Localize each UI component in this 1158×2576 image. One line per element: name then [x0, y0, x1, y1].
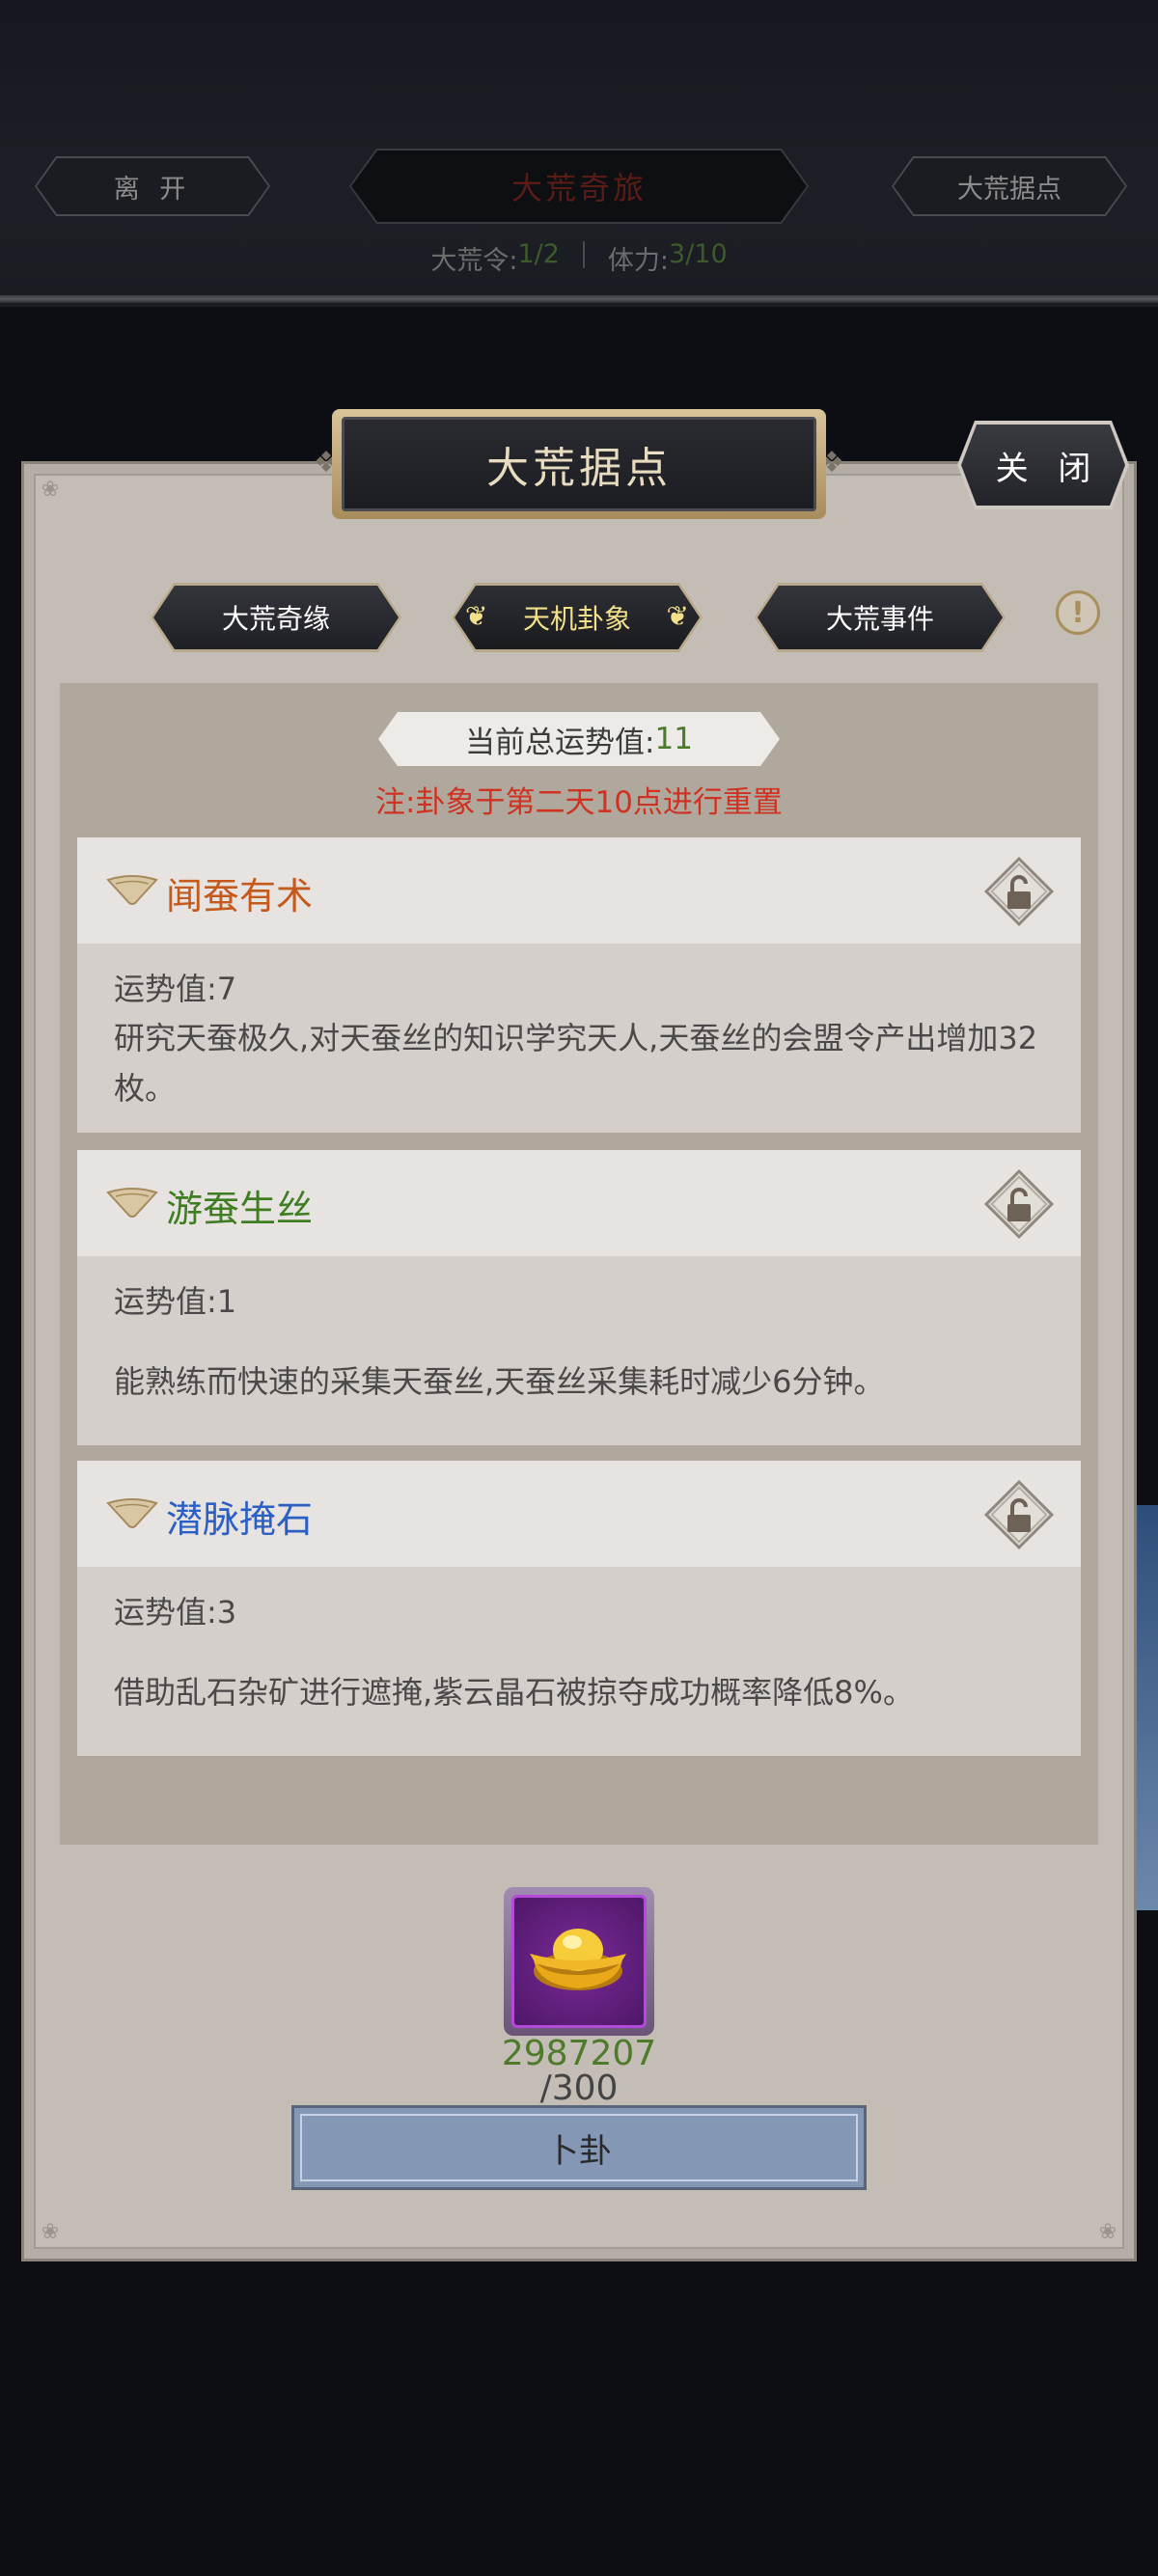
corner-ornament-icon: ❀	[41, 478, 60, 502]
card-fortune: 运势值:1	[114, 1283, 237, 1320]
tab-label: 天机卦象	[522, 603, 631, 635]
stronghold-button-label: 大荒据点	[957, 174, 1062, 205]
dialog-title-plate: 大荒据点	[342, 417, 816, 511]
tab-label: 大荒事件	[825, 603, 934, 635]
tab-fortune-encounter[interactable]: 大荒奇缘	[151, 583, 401, 652]
hexagram-card: 游蚕生丝 运势值:1 能熟练而快速的采集天蚕丝,天蚕丝采集耗时减少6分钟。	[77, 1150, 1081, 1445]
tab-divination[interactable]: 天机卦象 ❦ ❦	[452, 583, 703, 652]
close-button[interactable]: 关 闭	[957, 421, 1129, 509]
card-body: 运势值:3 借助乱石杂矿进行遮掩,紫云晶石被掠夺成功概率降低8%。	[77, 1567, 1081, 1756]
total-fortune-badge: 当前总运势值: 11	[378, 712, 780, 766]
stronghold-button[interactable]: 大荒据点	[892, 156, 1127, 216]
divine-button[interactable]: 卜卦	[291, 2105, 867, 2190]
card-header: 潜脉掩石	[77, 1461, 1081, 1567]
flourish-icon: ❦	[666, 600, 689, 632]
cost-owned: 2987207	[501, 2034, 657, 2073]
card-body: 运势值:7 研究天蚕极久,对天蚕丝的知识学究天人,天蚕丝的会盟令产出增加32枚。	[77, 944, 1081, 1133]
fan-icon	[106, 875, 158, 905]
unlock-icon[interactable]	[980, 1165, 1058, 1243]
stamina-label: 体力:	[607, 246, 670, 276]
top-title-plate: 大荒奇旅	[349, 149, 809, 224]
total-fortune-label: 当前总运势值:	[465, 725, 655, 760]
hexagram-card: 闻蚕有术 运势值:7 研究天蚕极久,对天蚕丝的知识学究天人,天蚕丝的会盟令产出增…	[77, 837, 1081, 1133]
card-header: 闻蚕有术	[77, 837, 1081, 944]
card-fortune: 运势值:3	[114, 1594, 237, 1631]
leave-button[interactable]: 离 开	[35, 156, 270, 216]
top-title: 大荒奇旅	[510, 170, 647, 206]
stats-separator	[582, 241, 585, 268]
background-map-edge	[1137, 1505, 1158, 1910]
token-label: 大荒令:	[430, 246, 518, 276]
info-icon[interactable]: !	[1056, 590, 1100, 635]
divine-button-label: 卜卦	[546, 2131, 612, 2171]
fan-icon	[106, 1188, 158, 1218]
unlock-icon[interactable]	[980, 1476, 1058, 1553]
card-title: 游蚕生丝	[166, 1188, 314, 1230]
card-title: 潜脉掩石	[166, 1498, 314, 1541]
card-header: 游蚕生丝	[77, 1150, 1081, 1256]
dialog-title: 大荒据点	[486, 444, 672, 493]
card-fortune: 运势值:7	[114, 971, 237, 1007]
resource-stats: 大荒令: 1/2 体力: 3/10	[0, 239, 1158, 277]
flourish-icon: ❦	[465, 600, 488, 632]
corner-ornament-icon: ❀	[41, 2220, 60, 2244]
card-title: 闻蚕有术	[166, 875, 314, 918]
top-bar-divider	[0, 295, 1158, 303]
cost-item-slot[interactable]	[504, 1887, 654, 2036]
gold-ingot-icon	[530, 1929, 626, 1990]
stamina-value: 3/10	[669, 239, 728, 269]
card-body: 运势值:1 能熟练而快速的采集天蚕丝,天蚕丝采集耗时减少6分钟。	[77, 1256, 1081, 1445]
fan-icon	[106, 1498, 158, 1528]
card-description: 能熟练而快速的采集天蚕丝,天蚕丝采集耗时减少6分钟。	[114, 1363, 885, 1400]
card-description: 借助乱石杂矿进行遮掩,紫云晶石被掠夺成功概率降低8%。	[114, 1674, 914, 1711]
unlock-icon[interactable]	[980, 853, 1058, 930]
token-value: 1/2	[517, 239, 560, 269]
cost-item-background	[511, 1895, 647, 2028]
cost-required: /300	[539, 2069, 619, 2108]
card-description: 研究天蚕极久,对天蚕丝的知识学究天人,天蚕丝的会盟令产出增加32枚。	[114, 1020, 1038, 1107]
total-fortune-value: 11	[654, 722, 693, 756]
corner-ornament-icon: ❀	[1098, 2220, 1117, 2244]
reset-note: 注:卦象于第二天10点进行重置	[375, 785, 783, 820]
tab-events[interactable]: 大荒事件	[755, 583, 1006, 652]
tab-label: 大荒奇缘	[221, 603, 330, 635]
hexagram-card: 潜脉掩石 运势值:3 借助乱石杂矿进行遮掩,紫云晶石被掠夺成功概率降低8%。	[77, 1461, 1081, 1756]
leave-button-label: 离 开	[113, 174, 192, 205]
close-button-label: 关 闭	[995, 449, 1101, 488]
